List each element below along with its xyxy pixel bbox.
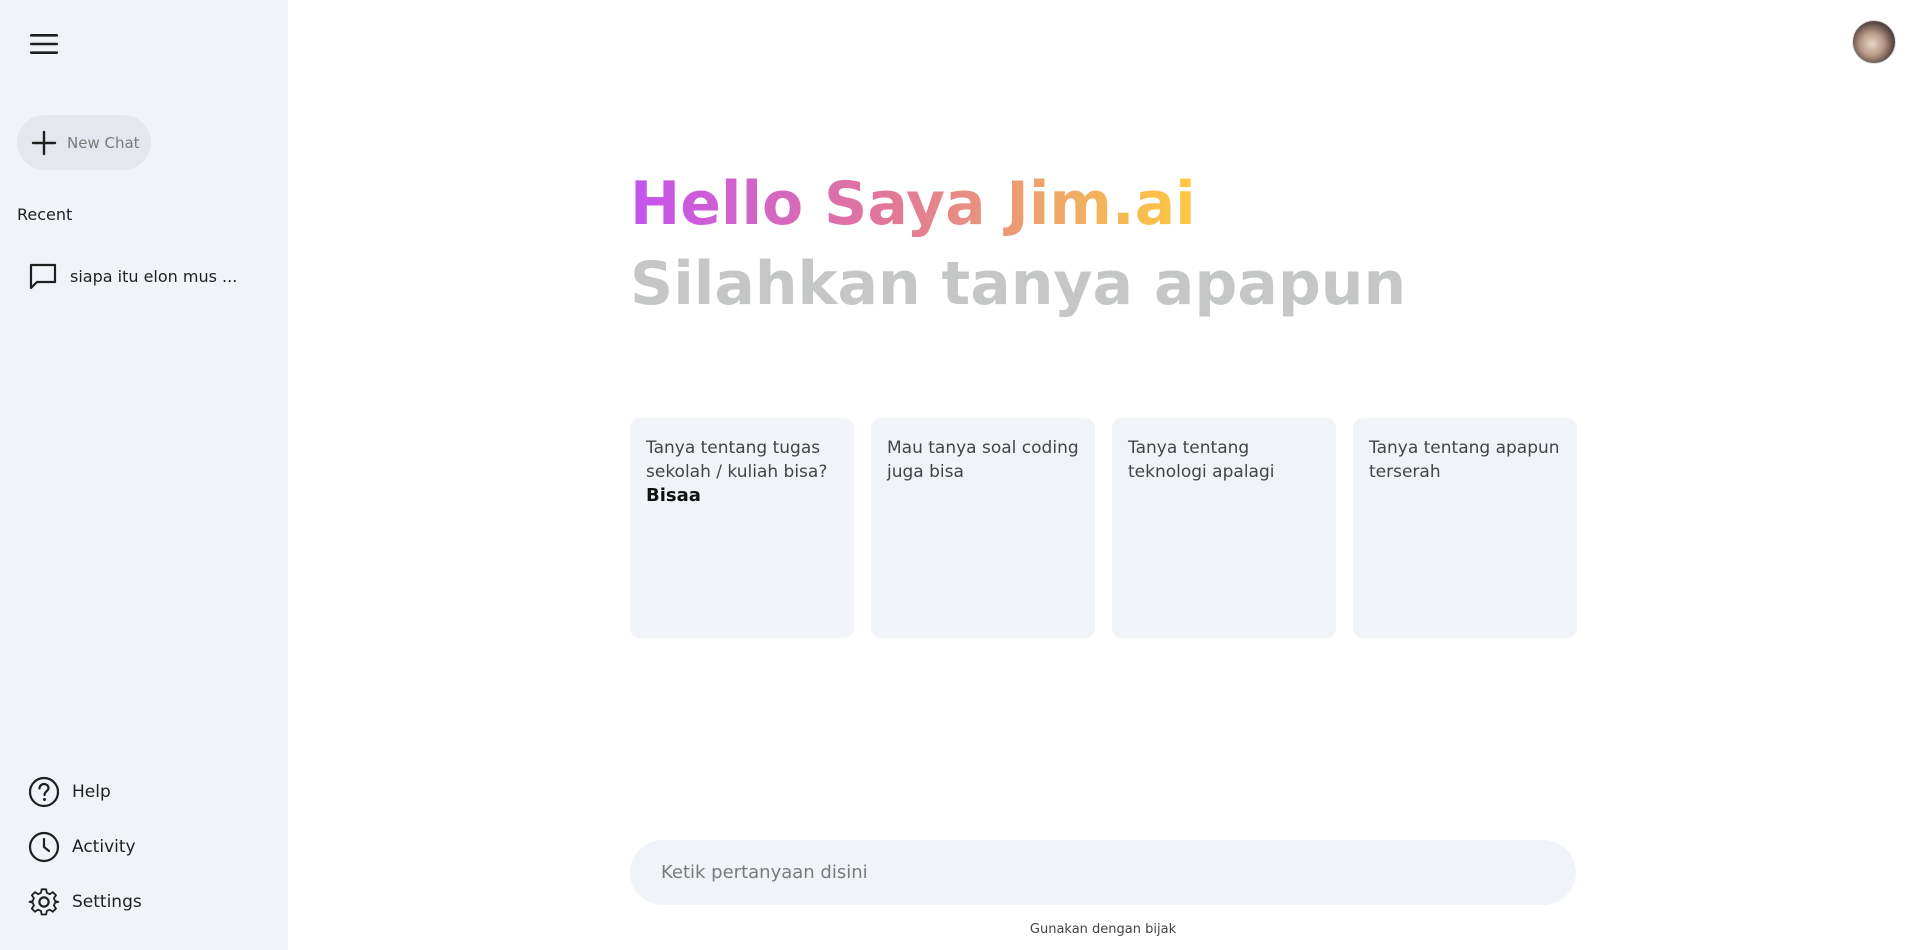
chat-bubble-icon: [29, 263, 57, 290]
recent-heading: Recent: [17, 205, 73, 224]
question-input-bar: [630, 840, 1576, 905]
recent-chat-label: siapa itu elon mus ...: [70, 266, 238, 286]
sidebar: New Chat Recent siapa itu elon mus ... H…: [0, 0, 288, 950]
activity-clock-icon: [28, 831, 60, 863]
sidebar-item-settings[interactable]: Settings: [28, 885, 142, 919]
sidebar-item-activity[interactable]: Activity: [28, 830, 136, 864]
question-input[interactable]: [661, 862, 1541, 883]
settings-label: Settings: [72, 892, 142, 912]
plus-icon: [31, 130, 57, 155]
suggestion-card-school[interactable]: Tanya tentang tugas sekolah / kuliah bis…: [630, 418, 854, 638]
card-bold-text: Bisaa: [646, 485, 701, 506]
card-text: Mau tanya soal coding juga bisa: [887, 438, 1079, 482]
card-text: Tanya tentang teknologi apalagi: [1128, 438, 1275, 482]
help-label: Help: [72, 782, 111, 802]
suggestion-card-coding[interactable]: Mau tanya soal coding juga bisa: [871, 418, 1095, 638]
suggestion-card-anything[interactable]: Tanya tentang apapun terserah: [1353, 418, 1577, 638]
greeting-subtitle: Silahkan tanya apapun: [630, 249, 1407, 319]
recent-chat-item[interactable]: siapa itu elon mus ...: [28, 259, 237, 293]
new-chat-label: New Chat: [67, 133, 140, 152]
footer-note: Gunakan dengan bijak: [1029, 922, 1177, 937]
settings-gear-icon: [28, 888, 60, 916]
help-icon: [28, 776, 60, 808]
greeting-title: Hello Saya Jim.ai: [630, 169, 1196, 239]
user-avatar[interactable]: [1852, 20, 1896, 64]
menu-button[interactable]: [24, 24, 64, 64]
activity-label: Activity: [72, 837, 136, 857]
hamburger-menu-icon: [30, 34, 58, 54]
sidebar-item-help[interactable]: Help: [28, 775, 111, 809]
suggestion-card-technology[interactable]: Tanya tentang teknologi apalagi: [1112, 418, 1336, 638]
card-text: Tanya tentang apapun terserah: [1369, 438, 1560, 482]
new-chat-button[interactable]: New Chat: [17, 115, 151, 170]
card-text: Tanya tentang tugas sekolah / kuliah bis…: [646, 438, 828, 482]
suggestion-cards: Tanya tentang tugas sekolah / kuliah bis…: [630, 418, 1577, 638]
